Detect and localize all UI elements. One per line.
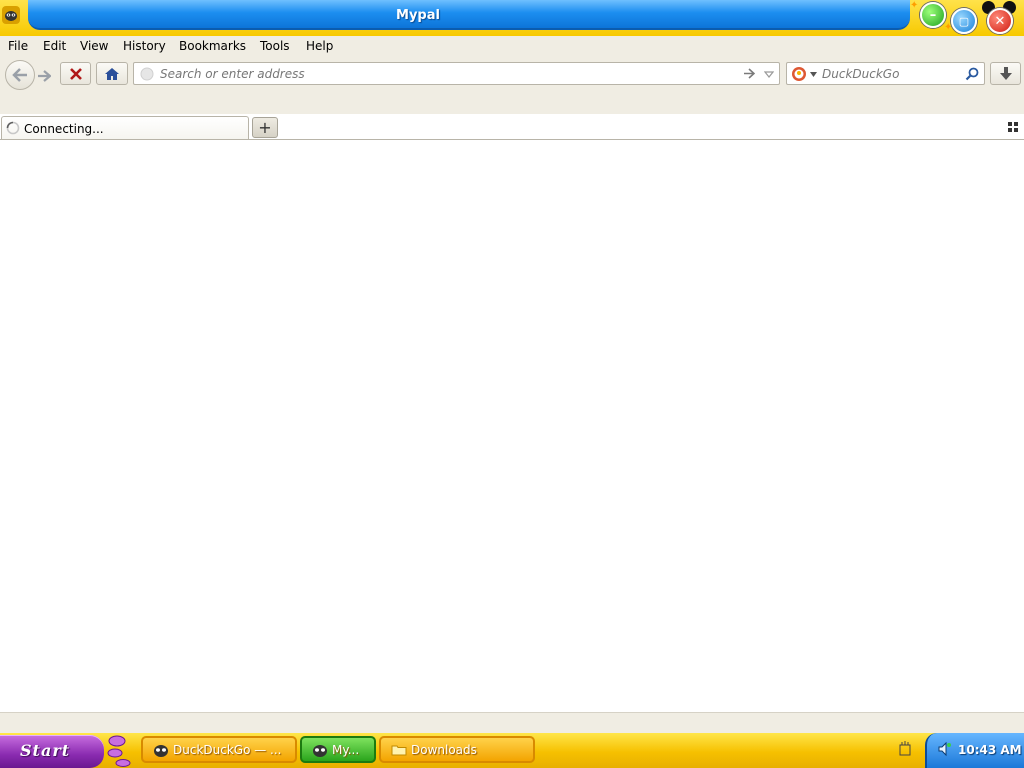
home-icon: [105, 67, 119, 80]
menu-file[interactable]: File: [8, 39, 28, 53]
taskbar-button-label: My...: [332, 743, 360, 757]
taskbar-button-mypal[interactable]: My...: [300, 736, 376, 763]
taskbar-button-label: DuckDuckGo — ...: [173, 743, 282, 757]
volume-tray-icon[interactable]: [937, 741, 953, 757]
folder-icon: [391, 745, 407, 756]
close-icon: ✕: [994, 13, 1006, 29]
mypal-app-icon: [313, 745, 327, 757]
taskbar-button-downloads[interactable]: Downloads: [379, 736, 535, 763]
home-button[interactable]: [96, 62, 128, 85]
duckduckgo-engine-icon[interactable]: [791, 66, 807, 82]
grid-icon: [1008, 122, 1018, 132]
menu-tools[interactable]: Tools: [260, 39, 290, 53]
plus-icon: +: [258, 118, 272, 137]
search-icon[interactable]: [965, 67, 979, 81]
status-bar: [0, 712, 1024, 735]
site-identity-icon: [140, 67, 154, 81]
menu-history[interactable]: History: [123, 39, 166, 53]
stop-button[interactable]: [60, 62, 91, 85]
loading-spinner-icon: [6, 121, 20, 135]
minimize-icon: –: [929, 7, 937, 23]
stop-icon: [69, 67, 82, 80]
taskbar-clock: 10:43 AM: [958, 743, 1022, 757]
address-bar[interactable]: [133, 62, 780, 85]
network-tray-icon[interactable]: [899, 741, 911, 757]
tab-connecting[interactable]: Connecting...: [1, 116, 249, 139]
new-tab-button[interactable]: +: [252, 117, 278, 138]
taskbar-button-duckduckgo[interactable]: DuckDuckGo — ...: [141, 736, 297, 763]
tab-label: Connecting...: [24, 122, 104, 136]
close-button[interactable]: ✕: [987, 8, 1013, 34]
search-input[interactable]: [822, 66, 962, 82]
taskbar-button-label: Downloads: [411, 743, 477, 757]
window-title: Mypal: [396, 8, 440, 23]
engine-dropdown-icon[interactable]: [810, 72, 817, 77]
maximize-button[interactable]: ▢: [951, 8, 977, 34]
start-button[interactable]: Start: [0, 735, 104, 768]
downloads-button[interactable]: [990, 62, 1021, 85]
forward-arrow-icon: [38, 69, 51, 82]
menu-view[interactable]: View: [80, 39, 108, 53]
download-arrow-icon: [999, 67, 1012, 80]
maximize-icon: ▢: [958, 14, 970, 28]
dropdown-arrow-icon[interactable]: [764, 71, 774, 78]
minimize-button[interactable]: –: [920, 2, 946, 28]
page-content-area[interactable]: [0, 140, 1024, 712]
star-decoration-icon: ✦: [910, 0, 919, 11]
menu-bar: File Edit View History Bookmarks Tools H…: [0, 36, 1024, 58]
address-input[interactable]: [160, 66, 720, 82]
navigation-toolbar: [0, 58, 1024, 114]
back-arrow-icon: [12, 68, 27, 82]
forward-button[interactable]: [33, 65, 55, 86]
search-bar[interactable]: [786, 62, 985, 85]
mypal-app-icon[interactable]: [2, 6, 20, 24]
title-bar[interactable]: Mypal ✦ ✦ – ▢ ✕: [0, 0, 1024, 36]
go-arrow-icon[interactable]: [743, 68, 755, 79]
quicklaunch-decoration-icon: [107, 735, 131, 767]
tab-list-button[interactable]: [1006, 120, 1020, 134]
mypal-app-icon: [154, 745, 168, 757]
menu-edit[interactable]: Edit: [43, 39, 66, 53]
start-label: Start: [20, 741, 71, 760]
menu-bookmarks[interactable]: Bookmarks: [179, 39, 246, 53]
menu-help[interactable]: Help: [306, 39, 333, 53]
back-button[interactable]: [5, 60, 35, 90]
